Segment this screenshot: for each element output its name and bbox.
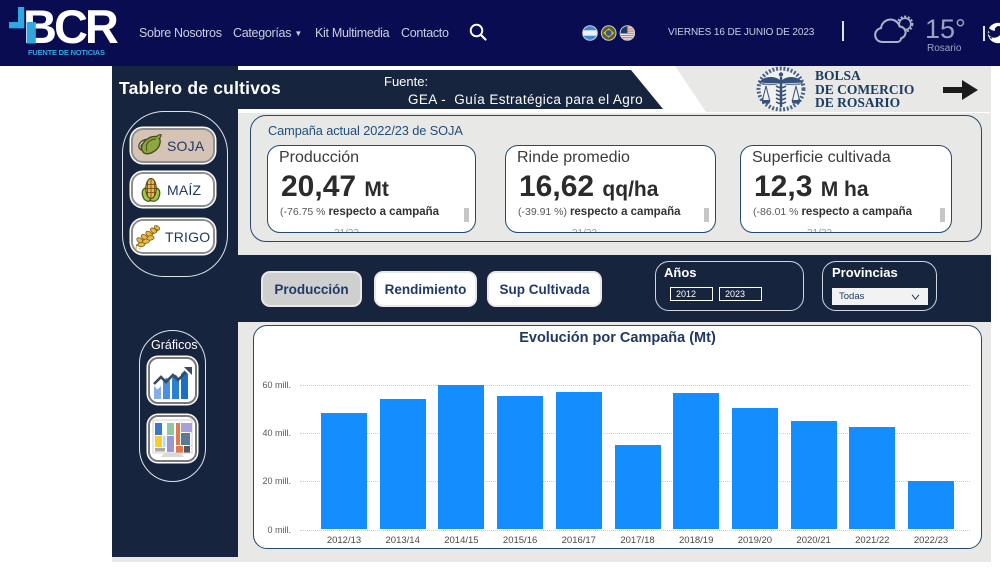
svg-text:BCR: BCR [23,0,118,48]
